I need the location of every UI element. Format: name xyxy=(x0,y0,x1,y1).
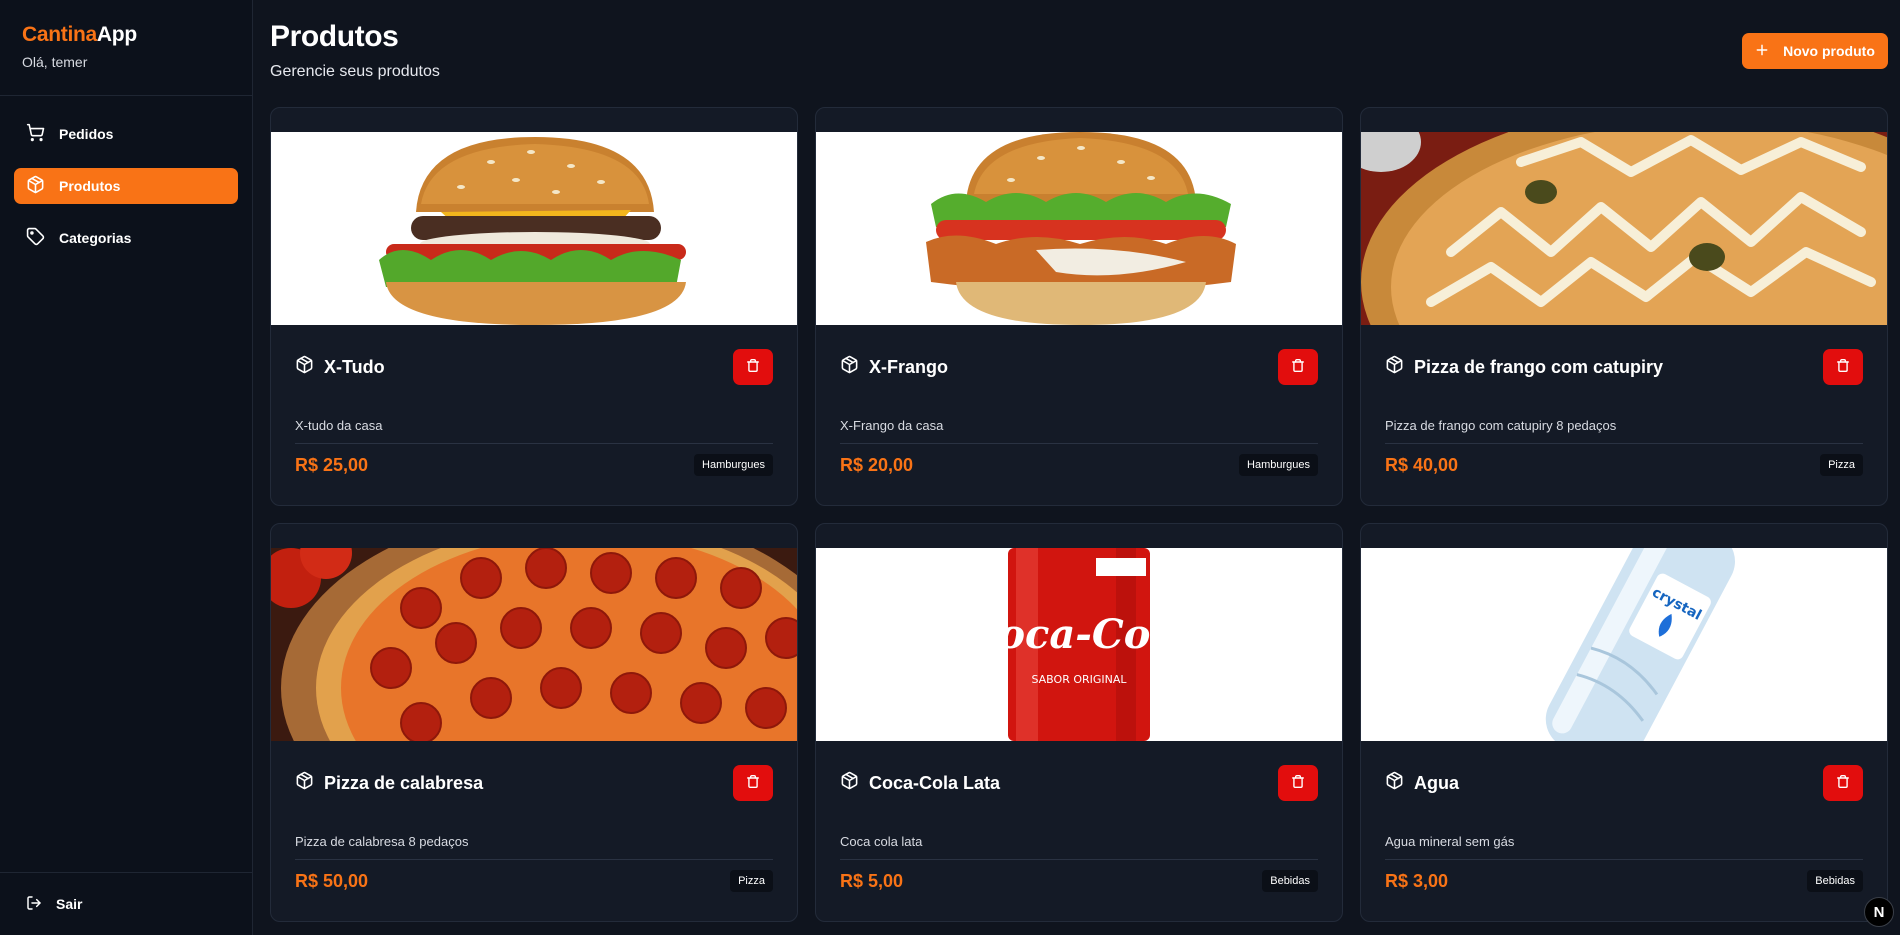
product-description: X-tudo da casa xyxy=(295,418,383,433)
product-name: Coca-Cola Lata xyxy=(869,772,1001,793)
box-icon xyxy=(1385,355,1404,379)
logout-label: Sair xyxy=(56,896,83,912)
plus-icon xyxy=(1755,43,1769,60)
category-badge: Hamburgues xyxy=(1239,454,1318,476)
brand-logo[interactable]: CantinaApp xyxy=(22,22,230,48)
product-description: X-Frango da casa xyxy=(840,418,944,433)
product-name: X-Frango xyxy=(869,356,948,377)
delete-product-button[interactable] xyxy=(733,349,773,385)
product-card: X-Tudo X-tudo da casa R$ 25,00 Hamburgue… xyxy=(270,107,798,506)
product-card: Pizza de calabresa Pizza de calabresa 8 … xyxy=(270,523,798,922)
product-description: Pizza de frango com catupiry 8 pedaços xyxy=(1385,418,1617,433)
sidebar-nav: Pedidos Produtos Categorias xyxy=(0,96,252,276)
product-name: Agua xyxy=(1414,772,1459,793)
product-price: R$ 25,00 xyxy=(295,454,369,475)
trash-icon xyxy=(746,774,760,792)
sidebar: CantinaApp Olá, temer Pedidos Produtos C… xyxy=(0,0,253,935)
cart-icon xyxy=(26,123,45,145)
category-badge: Bebidas xyxy=(1262,870,1318,892)
new-product-label: Novo produto xyxy=(1783,43,1875,59)
page-header: Produtos Gerencie seus produtos Novo pro… xyxy=(270,0,1888,107)
logout-button[interactable]: Sair xyxy=(0,872,252,935)
logout-icon xyxy=(26,895,42,914)
dev-tools-badge[interactable]: N xyxy=(1864,897,1894,927)
category-badge: Bebidas xyxy=(1807,870,1863,892)
new-product-button[interactable]: Novo produto xyxy=(1742,33,1888,69)
product-card: crystal Agua Agua mineral sem gás R$ 3,0… xyxy=(1360,523,1888,922)
box-icon xyxy=(1385,771,1404,795)
sidebar-item-categorias[interactable]: Categorias xyxy=(14,220,238,256)
box-icon xyxy=(295,355,314,379)
trash-icon xyxy=(1291,774,1305,792)
page-subtitle: Gerencie seus produtos xyxy=(270,63,440,80)
product-card: Coca-Cola SABOR ORIGINAL Coca-Cola Lata xyxy=(815,523,1343,922)
sidebar-item-label: Pedidos xyxy=(59,126,114,142)
product-name: Pizza de frango com catupiry xyxy=(1414,356,1664,377)
page-title: Produtos xyxy=(270,20,399,53)
trash-icon xyxy=(1836,358,1850,376)
category-badge: Hamburgues xyxy=(694,454,773,476)
product-image-burger xyxy=(271,132,797,325)
sidebar-item-label: Produtos xyxy=(59,178,121,194)
product-description: Coca cola lata xyxy=(840,834,923,849)
trash-icon xyxy=(1836,774,1850,792)
delete-product-button[interactable] xyxy=(1278,349,1318,385)
box-icon xyxy=(840,355,859,379)
product-price: R$ 20,00 xyxy=(840,454,914,475)
trash-icon xyxy=(746,358,760,376)
sidebar-item-produtos[interactable]: Produtos xyxy=(14,168,238,204)
sidebar-item-pedidos[interactable]: Pedidos xyxy=(14,116,238,152)
brand: CantinaApp Olá, temer xyxy=(0,0,252,96)
tag-icon xyxy=(26,227,45,249)
delete-product-button[interactable] xyxy=(733,765,773,801)
product-name: Pizza de calabresa xyxy=(324,772,484,793)
product-card: X-Frango X-Frango da casa R$ 20,00 Hambu… xyxy=(815,107,1343,506)
product-price: R$ 50,00 xyxy=(295,870,369,891)
product-image-coke-can: Coca-Cola SABOR ORIGINAL xyxy=(816,548,1342,741)
product-price: R$ 5,00 xyxy=(840,870,904,891)
category-badge: Pizza xyxy=(1820,454,1863,476)
brand-name-accent: Cantina xyxy=(22,23,97,46)
product-description: Agua mineral sem gás xyxy=(1385,834,1515,849)
product-price: R$ 40,00 xyxy=(1385,454,1459,475)
product-image-pizza-chicken xyxy=(1361,132,1887,325)
coke-logo-text: Coca-Cola xyxy=(966,611,1191,658)
brand-name-rest: App xyxy=(96,23,137,46)
main-content: Produtos Gerencie seus produtos Novo pro… xyxy=(253,0,1900,935)
box-icon xyxy=(840,771,859,795)
delete-product-button[interactable] xyxy=(1823,765,1863,801)
coke-sub-text: SABOR ORIGINAL xyxy=(1031,673,1127,686)
box-icon xyxy=(295,771,314,795)
product-price: R$ 3,00 xyxy=(1385,870,1449,891)
user-greeting: Olá, temer xyxy=(22,54,88,70)
product-grid: X-Tudo X-tudo da casa R$ 25,00 Hamburgue… xyxy=(270,107,1888,922)
trash-icon xyxy=(1291,358,1305,376)
product-card: Pizza de frango com catupiry Pizza de fr… xyxy=(1360,107,1888,506)
product-name: X-Tudo xyxy=(324,356,385,377)
box-icon xyxy=(26,175,45,197)
delete-product-button[interactable] xyxy=(1278,765,1318,801)
sidebar-item-label: Categorias xyxy=(59,230,132,246)
product-description: Pizza de calabresa 8 pedaços xyxy=(295,834,469,849)
delete-product-button[interactable] xyxy=(1823,349,1863,385)
product-image-chicken-burger xyxy=(816,132,1342,325)
app-root: CantinaApp Olá, temer Pedidos Produtos C… xyxy=(0,0,1900,935)
product-image-water-bottle: crystal xyxy=(1361,548,1887,741)
category-badge: Pizza xyxy=(730,870,773,892)
product-image-pizza-pepperoni xyxy=(271,548,797,741)
